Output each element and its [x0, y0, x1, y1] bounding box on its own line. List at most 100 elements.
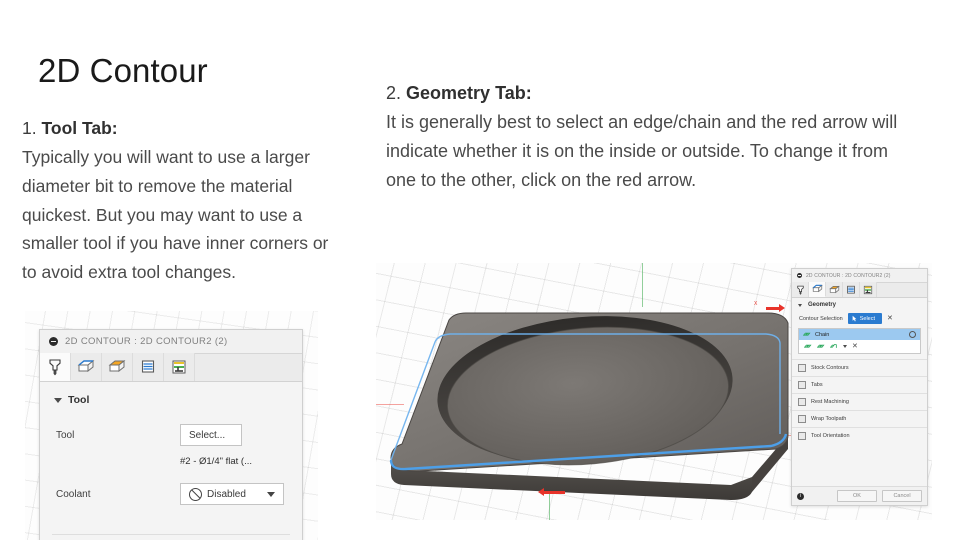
chain-list-item[interactable]: Chain — [799, 329, 920, 340]
coolant-row-label: Coolant — [56, 488, 91, 500]
tool-dialog[interactable]: 2D CONTOUR : 2D CONTOUR2 (2) Tool Tool S… — [39, 329, 303, 540]
section-checkbox[interactable] — [798, 364, 806, 372]
geometry-section-label: Geometry — [808, 302, 837, 308]
collapsed-section-row[interactable]: Tabs — [792, 376, 927, 393]
cursor-icon — [852, 315, 857, 322]
chevron-down-icon[interactable] — [843, 345, 847, 348]
x-axis-direction-arrow[interactable] — [766, 304, 785, 312]
right-step-body: It is generally best to select an edge/c… — [386, 112, 898, 190]
select-button-label: Select — [859, 315, 876, 322]
tab-linking[interactable] — [860, 282, 877, 297]
section-checkbox[interactable] — [798, 415, 806, 423]
info-icon[interactable]: i — [797, 492, 804, 500]
collapsed-section-row[interactable]: Wrap Toolpath — [792, 410, 927, 427]
extend-chain-icon[interactable] — [817, 343, 825, 350]
heights-box-icon — [108, 359, 126, 373]
tab-heights[interactable] — [826, 282, 843, 297]
tab-tool[interactable] — [792, 282, 809, 297]
left-step-heading: 1. Tool Tab: — [22, 114, 340, 143]
collapsed-section-label: Rest Machining — [811, 399, 849, 405]
dialog-divider — [52, 534, 290, 536]
geometry-dialog[interactable]: 2D CONTOUR : 2D CONTOUR2 (2) Geometry Co… — [791, 268, 928, 506]
section-checkbox[interactable] — [798, 432, 806, 440]
tab-linking[interactable] — [164, 353, 195, 381]
tool-description: #2 - Ø1/4" flat (... — [180, 456, 253, 467]
tab-passes[interactable] — [843, 282, 860, 297]
coolant-dropdown[interactable]: Disabled — [180, 483, 284, 505]
chevron-down-icon — [54, 397, 62, 403]
collapsed-section-row[interactable]: Tool Orientation — [792, 427, 927, 444]
right-text-column: 2. Geometry Tab: It is generally best to… — [386, 79, 906, 195]
left-step-body: Typically you will want to use a larger … — [22, 147, 329, 283]
linking-icon — [863, 285, 873, 294]
tool-description-row: #2 - Ø1/4" flat (... — [40, 456, 302, 467]
left-text-column: 1. Tool Tab: Typically you will want to … — [22, 114, 340, 287]
remove-chain-icon[interactable]: ✕ — [852, 343, 858, 350]
coolant-row: Coolant Disabled — [40, 483, 302, 505]
geometry-box-icon — [77, 359, 95, 373]
section-checkbox[interactable] — [798, 398, 806, 406]
add-chain-icon[interactable] — [804, 343, 812, 350]
collapsed-section-label: Tool Orientation — [811, 433, 850, 439]
collapsed-section-row[interactable]: Rest Machining — [792, 393, 927, 410]
ok-button[interactable]: OK — [837, 490, 877, 502]
clear-selection-icon[interactable]: ✕ — [887, 315, 893, 322]
section-checkbox[interactable] — [798, 381, 806, 389]
cancel-button[interactable]: Cancel — [882, 490, 922, 502]
geometry-dialog-title: 2D CONTOUR : 2D CONTOUR2 (2) — [806, 272, 891, 279]
x-axis-label: X — [754, 301, 758, 307]
collapse-icon[interactable] — [49, 337, 58, 346]
left-step-number: 1. — [22, 118, 37, 138]
chain-item-label: Chain — [815, 331, 830, 338]
tool-section-header[interactable]: Tool — [40, 394, 302, 406]
geometry-box-icon — [811, 284, 823, 293]
collapsed-sections-list[interactable]: Stock Contours Tabs Rest Machining Wrap Too… — [792, 359, 927, 444]
collapsed-section-label: Stock Contours — [811, 365, 849, 371]
gear-icon[interactable] — [909, 331, 916, 338]
linking-icon — [172, 360, 186, 374]
geometry-section-header[interactable]: Geometry — [792, 298, 927, 311]
chevron-down-icon[interactable] — [267, 491, 275, 497]
right-step-heading: 2. Geometry Tab: — [386, 79, 906, 108]
tab-passes[interactable] — [133, 353, 164, 381]
reverse-chain-icon[interactable] — [830, 343, 838, 350]
right-step-number: 2. — [386, 83, 402, 103]
tab-heights[interactable] — [102, 353, 133, 381]
tool-row-label: Tool — [56, 429, 75, 441]
tool-dialog-tabbar[interactable] — [40, 353, 302, 382]
tab-geometry[interactable] — [71, 353, 102, 381]
select-button[interactable]: Select — [847, 313, 883, 324]
tool-bit-icon — [796, 285, 804, 295]
geometry-dialog-titlebar: 2D CONTOUR : 2D CONTOUR2 (2) — [792, 269, 927, 283]
tool-dialog-body: Tool Tool Select... #2 - Ø1/4" flat (...… — [40, 382, 302, 540]
side-direction-arrow[interactable] — [538, 488, 565, 496]
passes-icon — [847, 285, 855, 294]
geometry-tab-screenshot: X 2D CONTOUR : 2D CONTOUR2 (2) Geometry … — [376, 263, 932, 520]
tool-dialog-title: 2D CONTOUR : 2D CONTOUR2 (2) — [65, 336, 228, 347]
geometry-dialog-tabbar[interactable] — [792, 282, 927, 298]
tool-select-button[interactable]: Select... — [180, 424, 242, 446]
tool-section-label: Tool — [68, 394, 90, 406]
collapse-icon[interactable] — [797, 273, 802, 278]
collapsed-section-label: Tabs — [811, 382, 823, 388]
tool-bit-icon — [49, 358, 61, 375]
chevron-down-icon — [798, 303, 802, 307]
tab-tool[interactable] — [40, 353, 71, 381]
collapsed-section-row[interactable]: Stock Contours — [792, 359, 927, 376]
slide-canvas: 2D Contour 1. Tool Tab: Typically you wi… — [0, 0, 960, 540]
geometry-dialog-footer: i OK Cancel — [792, 486, 927, 505]
chain-list[interactable]: Chain ✕ — [798, 328, 921, 354]
page-title: 2D Contour — [38, 52, 208, 89]
tool-select-button-label: Select... — [189, 429, 226, 441]
tab-geometry[interactable] — [809, 282, 826, 297]
tool-dialog-titlebar: 2D CONTOUR : 2D CONTOUR2 (2) — [40, 330, 302, 354]
chain-toolbar[interactable]: ✕ — [799, 340, 920, 353]
contour-selection-label: Contour Selection — [799, 315, 843, 322]
heights-box-icon — [828, 285, 840, 293]
coolant-value: Disabled — [207, 488, 246, 500]
passes-icon — [141, 360, 155, 373]
left-step-title: Tool Tab: — [41, 118, 118, 138]
collapsed-section-label: Wrap Toolpath — [811, 416, 847, 422]
chain-icon — [803, 332, 811, 336]
right-step-title: Geometry Tab: — [406, 83, 532, 103]
